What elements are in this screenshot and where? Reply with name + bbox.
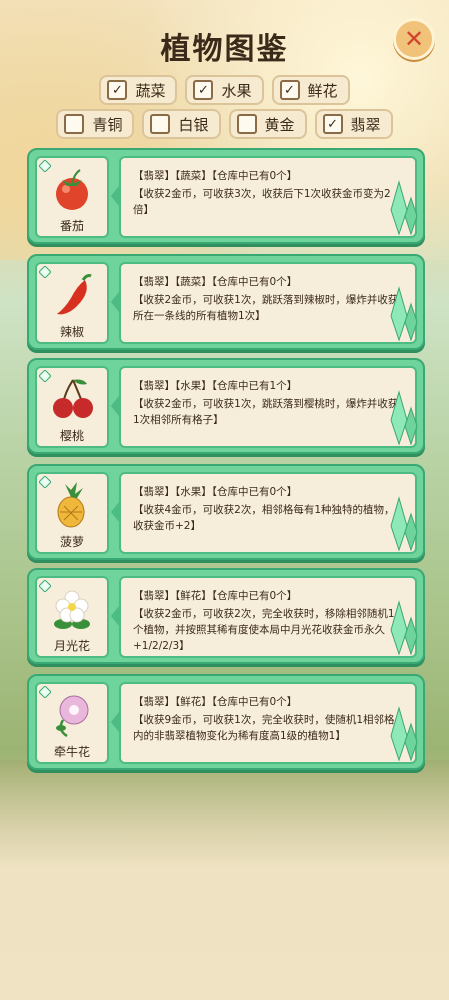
plant-description: 【收获9金币，可收获1次，完全收获时，使随机1相邻格内的非翡翠植物变化为稀有度高… xyxy=(133,714,395,742)
filter-fruit[interactable]: ✓ 水果 xyxy=(185,75,264,105)
filter-flower[interactable]: ✓ 鲜花 xyxy=(271,75,350,105)
plant-info: 【翡翠】【蔬菜】【仓库中已有0个】 【收获2金币，可收获3次，收获后下1次收获金… xyxy=(119,156,417,238)
filter-jade[interactable]: ✓ 翡翠 xyxy=(314,109,393,139)
plant-card[interactable]: 月光花 【翡翠】【鲜花】【仓库中已有0个】 【收获2金币，可收获2次，完全收获时… xyxy=(27,568,425,664)
rarity-filters: 青铜 白银 黄金 ✓ 翡翠 xyxy=(0,109,449,139)
plant-card[interactable]: 樱桃 【翡翠】【水果】【仓库中已有1个】 【收获2金币，可收获1次，跳跃落到樱桃… xyxy=(27,358,425,454)
plant-info: 【翡翠】【鲜花】【仓库中已有0个】 【收获9金币，可收获1次，完全收获时，使随机… xyxy=(119,682,417,764)
jade-crystal-icon xyxy=(390,180,418,236)
pineapple-icon xyxy=(57,482,85,528)
plant-name: 牵牛花 xyxy=(53,745,90,759)
plant-description: 【收获4金币，可收获2次，相邻格每有1种独特的植物，收获金币+2】 xyxy=(133,504,395,532)
close-button[interactable]: ✕ xyxy=(393,18,435,60)
plant-description: 【收获2金币，可收获3次，收获后下1次收获金币变为2倍】 xyxy=(133,188,391,216)
plant-name: 辣椒 xyxy=(59,325,84,339)
card-arrow xyxy=(111,186,119,206)
plant-description: 【收获2金币，可收获1次，跳跃落到樱桃时，爆炸并收获1次相邻所有格子】 xyxy=(133,398,399,426)
jade-crystal-icon xyxy=(390,706,418,762)
checkbox-icon xyxy=(236,114,257,134)
ground xyxy=(0,760,449,1000)
plant-tags: 【翡翠】【水果】【仓库中已有0个】 xyxy=(133,486,298,498)
close-icon: ✕ xyxy=(403,25,425,53)
checkbox-icon: ✓ xyxy=(322,114,343,134)
jade-crystal-icon xyxy=(390,390,418,446)
plant-card[interactable]: 番茄 【翡翠】【蔬菜】【仓库中已有0个】 【收获2金币，可收获3次，收获后下1次… xyxy=(27,148,425,244)
plant-description: 【收获2金币，可收获2次，完全收获时，移除相邻随机1个植物，并按照其稀有度使本局… xyxy=(133,608,395,652)
plant-picture: 菠萝 xyxy=(35,472,109,554)
plant-card[interactable]: 牵牛花 【翡翠】【鲜花】【仓库中已有0个】 【收获9金币，可收获1次，完全收获时… xyxy=(27,674,425,770)
tomato-icon xyxy=(56,169,88,210)
filter-silver[interactable]: 白银 xyxy=(142,109,221,139)
filter-vegetable[interactable]: ✓ 蔬菜 xyxy=(99,75,178,105)
plant-tags: 【翡翠】【蔬菜】【仓库中已有0个】 xyxy=(133,170,298,182)
cherry-icon xyxy=(53,379,93,418)
plant-description: 【收获2金币，可收获1次，跳跃落到辣椒时，爆炸并收获所在一条线的所有植物1次】 xyxy=(133,294,399,322)
plant-name: 樱桃 xyxy=(59,429,84,443)
jade-crystal-icon xyxy=(390,496,418,552)
plant-name: 月光花 xyxy=(53,639,90,653)
plant-tags: 【翡翠】【水果】【仓库中已有1个】 xyxy=(133,380,298,392)
plant-picture: 番茄 xyxy=(35,156,109,238)
category-filters: ✓ 蔬菜 ✓ 水果 ✓ 鲜花 xyxy=(0,75,449,105)
plant-picture: 牵牛花 xyxy=(35,682,109,764)
moonflower-icon xyxy=(54,590,90,629)
plant-picture: 辣椒 xyxy=(35,262,109,344)
card-arrow xyxy=(111,712,119,732)
plant-info: 【翡翠】【水果】【仓库中已有0个】 【收获4金币，可收获2次，相邻格每有1种独特… xyxy=(119,472,417,554)
plant-info: 【翡翠】【蔬菜】【仓库中已有0个】 【收获2金币，可收获1次，跳跃落到辣椒时，爆… xyxy=(119,262,417,344)
checkbox-icon: ✓ xyxy=(107,80,128,100)
plant-picture: 月光花 xyxy=(35,576,109,658)
jade-crystal-icon xyxy=(390,286,418,342)
plant-picture: 樱桃 xyxy=(35,366,109,448)
chili-icon xyxy=(57,274,92,315)
card-arrow xyxy=(111,606,119,626)
checkbox-icon xyxy=(150,114,171,134)
plant-name: 番茄 xyxy=(59,219,84,233)
plant-info: 【翡翠】【鲜花】【仓库中已有0个】 【收获2金币，可收获2次，完全收获时，移除相… xyxy=(119,576,417,658)
plant-name: 菠萝 xyxy=(59,535,84,549)
checkbox-icon xyxy=(64,114,85,134)
plant-info: 【翡翠】【水果】【仓库中已有1个】 【收获2金币，可收获1次，跳跃落到樱桃时，爆… xyxy=(119,366,417,448)
filter-bronze[interactable]: 青铜 xyxy=(56,109,135,139)
page-title: 植物图鉴 xyxy=(160,32,289,67)
card-arrow xyxy=(111,502,119,522)
card-arrow xyxy=(111,292,119,312)
morning-glory-icon xyxy=(56,695,89,738)
filter-gold[interactable]: 黄金 xyxy=(228,109,307,139)
jade-crystal-icon xyxy=(390,600,418,656)
plant-card[interactable]: 辣椒 【翡翠】【蔬菜】【仓库中已有0个】 【收获2金币，可收获1次，跳跃落到辣椒… xyxy=(27,254,425,350)
checkbox-icon: ✓ xyxy=(279,80,300,100)
plant-card[interactable]: 菠萝 【翡翠】【水果】【仓库中已有0个】 【收获4金币，可收获2次，相邻格每有1… xyxy=(27,464,425,560)
plant-tags: 【翡翠】【鲜花】【仓库中已有0个】 xyxy=(133,590,298,602)
card-arrow xyxy=(111,396,119,416)
plant-tags: 【翡翠】【鲜花】【仓库中已有0个】 xyxy=(133,696,298,708)
plant-tags: 【翡翠】【蔬菜】【仓库中已有0个】 xyxy=(133,276,298,288)
checkbox-icon: ✓ xyxy=(193,80,214,100)
